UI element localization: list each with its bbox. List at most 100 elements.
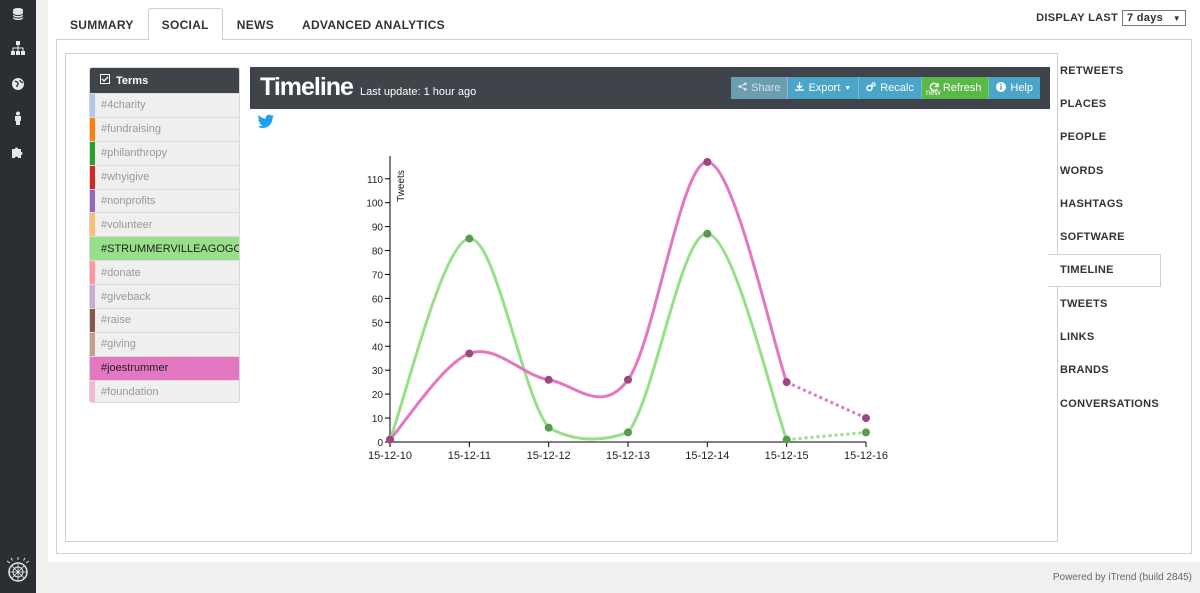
share-button[interactable]: Share — [731, 77, 789, 99]
term-item[interactable]: #STRUMMERVILLEAGOGO2 — [90, 236, 240, 261]
term-color-swatch — [90, 237, 95, 261]
y-tick-label: 20 — [372, 390, 384, 401]
term-color-swatch — [90, 309, 95, 332]
footer-text: Powered by iTrend (build 2845) — [1052, 572, 1192, 583]
export-label: Export — [808, 82, 841, 94]
tab-summary[interactable]: SUMMARY — [56, 8, 148, 40]
refresh-button[interactable]: Refresh new — [921, 77, 990, 99]
person-icon[interactable] — [8, 108, 28, 128]
y-tick-label: 90 — [372, 223, 384, 234]
term-color-swatch — [90, 261, 95, 285]
chevron-down-icon: ▼ — [1172, 13, 1181, 23]
term-label: #whyigive — [101, 171, 150, 184]
term-item[interactable]: #joestrummer — [90, 355, 239, 380]
term-item[interactable]: #foundation — [90, 379, 239, 402]
share-icon — [738, 82, 747, 94]
term-color-swatch — [90, 94, 95, 117]
term-item[interactable]: #nonprofits — [90, 188, 239, 213]
left-rail — [0, 0, 36, 593]
timeline-panel: Terms #4charity #fundraising #philanthropy… — [65, 53, 1058, 542]
term-color-swatch — [90, 189, 95, 213]
terms-header[interactable]: Terms — [90, 68, 239, 93]
last-update-text: Last update: 1 hour ago — [360, 86, 477, 98]
term-item[interactable]: #fundraising — [90, 116, 239, 141]
term-item[interactable]: #whyigive — [90, 164, 239, 189]
nav-item-links[interactable]: LINKS — [1048, 320, 1161, 353]
nav-item-conversations[interactable]: CONVERSATIONS — [1048, 387, 1161, 420]
x-tick-label: 15-12-12 — [527, 450, 571, 462]
term-item[interactable]: #4charity — [90, 93, 239, 117]
nav-item-people[interactable]: PEOPLE — [1048, 121, 1161, 154]
nav-item-hashtags[interactable]: HASHTAGS — [1048, 187, 1161, 220]
display-last-control: DISPLAY LAST 7 days ▼ — [1036, 10, 1186, 26]
display-last-select[interactable]: 7 days ▼ — [1122, 10, 1186, 26]
nav-item-words[interactable]: WORDS — [1048, 154, 1161, 187]
term-label: #fundraising — [101, 123, 161, 136]
data-point — [544, 375, 553, 384]
term-item[interactable]: #giving — [90, 331, 239, 356]
data-point — [386, 435, 394, 444]
x-tick-label: 15-12-10 — [368, 450, 412, 462]
term-item[interactable]: #donate — [90, 260, 239, 285]
timeline-chart: 0 10 20 30 40 50 60 70 80 90 100 110 Tweets 15-12-10 1… — [366, 156, 888, 462]
toolbar: Share Export ▼ Recalc Refresh new Help — [731, 77, 1040, 99]
cogs-icon — [866, 81, 876, 95]
term-color-swatch — [90, 165, 95, 189]
nav-item-retweets[interactable]: RETWEETS — [1048, 54, 1161, 87]
twitter-bird-icon — [257, 114, 275, 129]
recalc-button[interactable]: Recalc — [859, 77, 922, 99]
tab-news[interactable]: NEWS — [223, 8, 288, 40]
data-point — [465, 234, 474, 243]
x-tick-label: 15-12-11 — [448, 450, 491, 462]
y-tick-label: 100 — [366, 199, 383, 210]
share-label: Share — [751, 82, 781, 94]
nav-item-places[interactable]: PLACES — [1048, 87, 1161, 120]
info-icon — [996, 81, 1007, 95]
data-point — [862, 428, 870, 437]
x-tick-label: 15-12-15 — [765, 450, 809, 462]
term-label: #raise — [101, 314, 131, 327]
term-color-swatch — [90, 332, 95, 356]
timeline-header: Timeline Last update: 1 hour ago Share E… — [250, 67, 1050, 109]
term-color-swatch — [90, 213, 95, 237]
help-button[interactable]: Help — [989, 77, 1040, 99]
tab-advanced-analytics[interactable]: ADVANCED ANALYTICS — [288, 8, 459, 40]
data-point — [465, 349, 474, 358]
term-item[interactable]: #raise — [90, 308, 239, 332]
term-label: #STRUMMERVILLEAGOGO2 — [101, 242, 240, 255]
nav-item-software[interactable]: SOFTWARE — [1048, 220, 1161, 253]
y-axis-label: Tweets — [396, 170, 407, 202]
term-label: #nonprofits — [101, 195, 156, 207]
right-nav: RETWEETS PLACES PEOPLE WORDS HASHTAGS SOFTWAR… — [1047, 54, 1161, 420]
nav-item-brands[interactable]: BRANDS — [1048, 354, 1161, 387]
y-tick-label: 60 — [372, 294, 384, 305]
download-icon — [795, 82, 805, 94]
y-tick-label: 40 — [372, 342, 384, 353]
new-badge: new — [925, 88, 941, 97]
term-label: #joestrummer — [101, 362, 169, 375]
nav-item-tweets[interactable]: TWEETS — [1048, 287, 1161, 320]
sitemap-icon[interactable] — [8, 38, 28, 58]
x-tick-label: 15-12-16 — [844, 450, 888, 462]
terms-list: #4charity #fundraising #philanthropy #whyig… — [90, 93, 240, 402]
export-button[interactable]: Export ▼ — [788, 77, 860, 99]
terms-panel: Terms #4charity #fundraising #philanthropy… — [89, 67, 240, 403]
x-tick-label: 15-12-13 — [606, 450, 650, 462]
y-tick-label: 0 — [377, 438, 383, 449]
term-item[interactable]: #giveback — [90, 284, 239, 309]
term-label: #philanthropy — [101, 147, 168, 160]
term-item[interactable]: #philanthropy — [90, 140, 239, 165]
term-label: #giving — [101, 338, 136, 351]
globe-icon[interactable] — [8, 74, 28, 94]
y-tick-label: 10 — [372, 414, 384, 425]
series-line-forecast-1 — [786, 380, 867, 420]
tab-social[interactable]: SOCIAL — [147, 8, 223, 40]
term-label: #giveback — [101, 290, 151, 303]
term-item[interactable]: #volunteer — [90, 212, 239, 237]
term-color-swatch — [90, 380, 95, 402]
term-color-swatch — [90, 285, 95, 309]
nav-item-timeline[interactable]: TIMELINE — [1047, 253, 1161, 288]
term-color-swatch — [90, 356, 95, 380]
database-icon[interactable] — [8, 4, 28, 24]
puzzle-icon[interactable] — [8, 142, 28, 162]
